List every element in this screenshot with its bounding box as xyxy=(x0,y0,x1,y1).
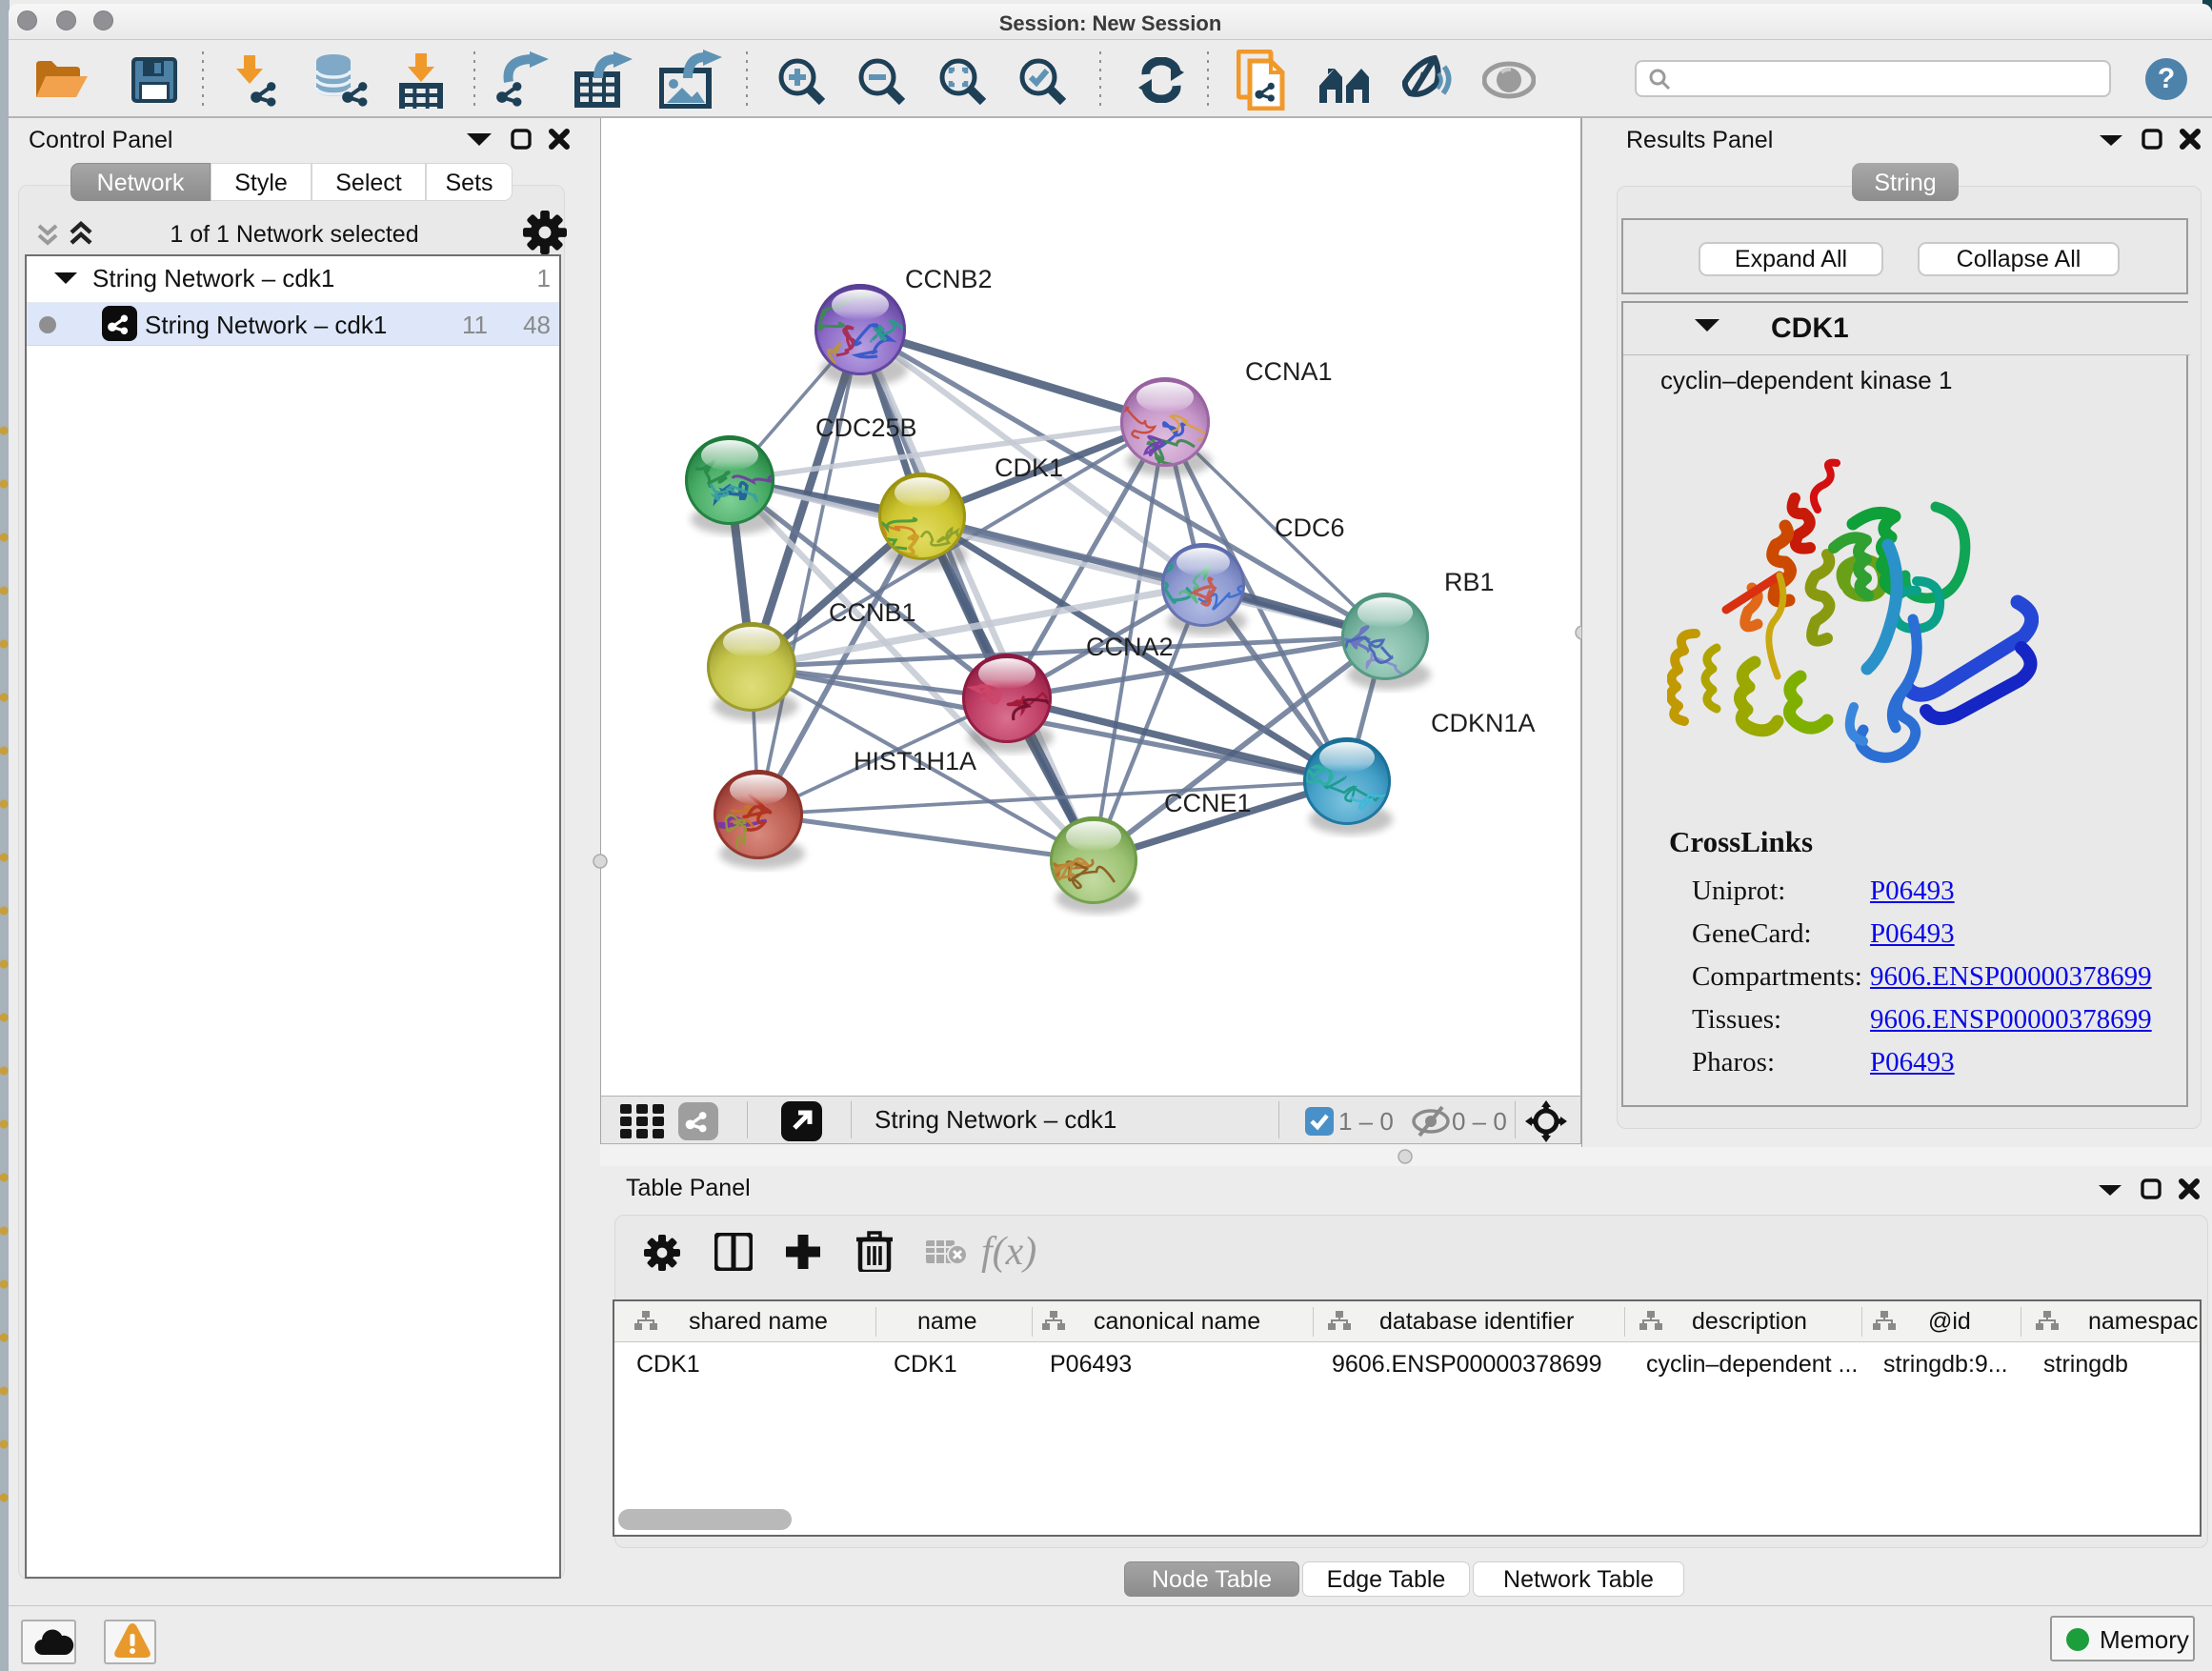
svg-text:CDC6: CDC6 xyxy=(1275,513,1345,542)
svg-text:CDKN1A: CDKN1A xyxy=(1431,709,1536,737)
svg-text:CCNA2: CCNA2 xyxy=(1086,633,1174,661)
svg-text:?: ? xyxy=(2158,63,2175,94)
svg-text:CCNB2: CCNB2 xyxy=(905,265,993,293)
svg-text:CCNB1: CCNB1 xyxy=(829,598,916,627)
svg-text:HIST1H1A: HIST1H1A xyxy=(854,747,976,775)
svg-text:CCNA1: CCNA1 xyxy=(1245,357,1333,386)
svg-text:CDC25B: CDC25B xyxy=(815,413,917,442)
svg-text:CCNE1: CCNE1 xyxy=(1164,789,1252,817)
svg-text:CDK1: CDK1 xyxy=(995,453,1063,482)
svg-text:RB1: RB1 xyxy=(1444,568,1495,596)
